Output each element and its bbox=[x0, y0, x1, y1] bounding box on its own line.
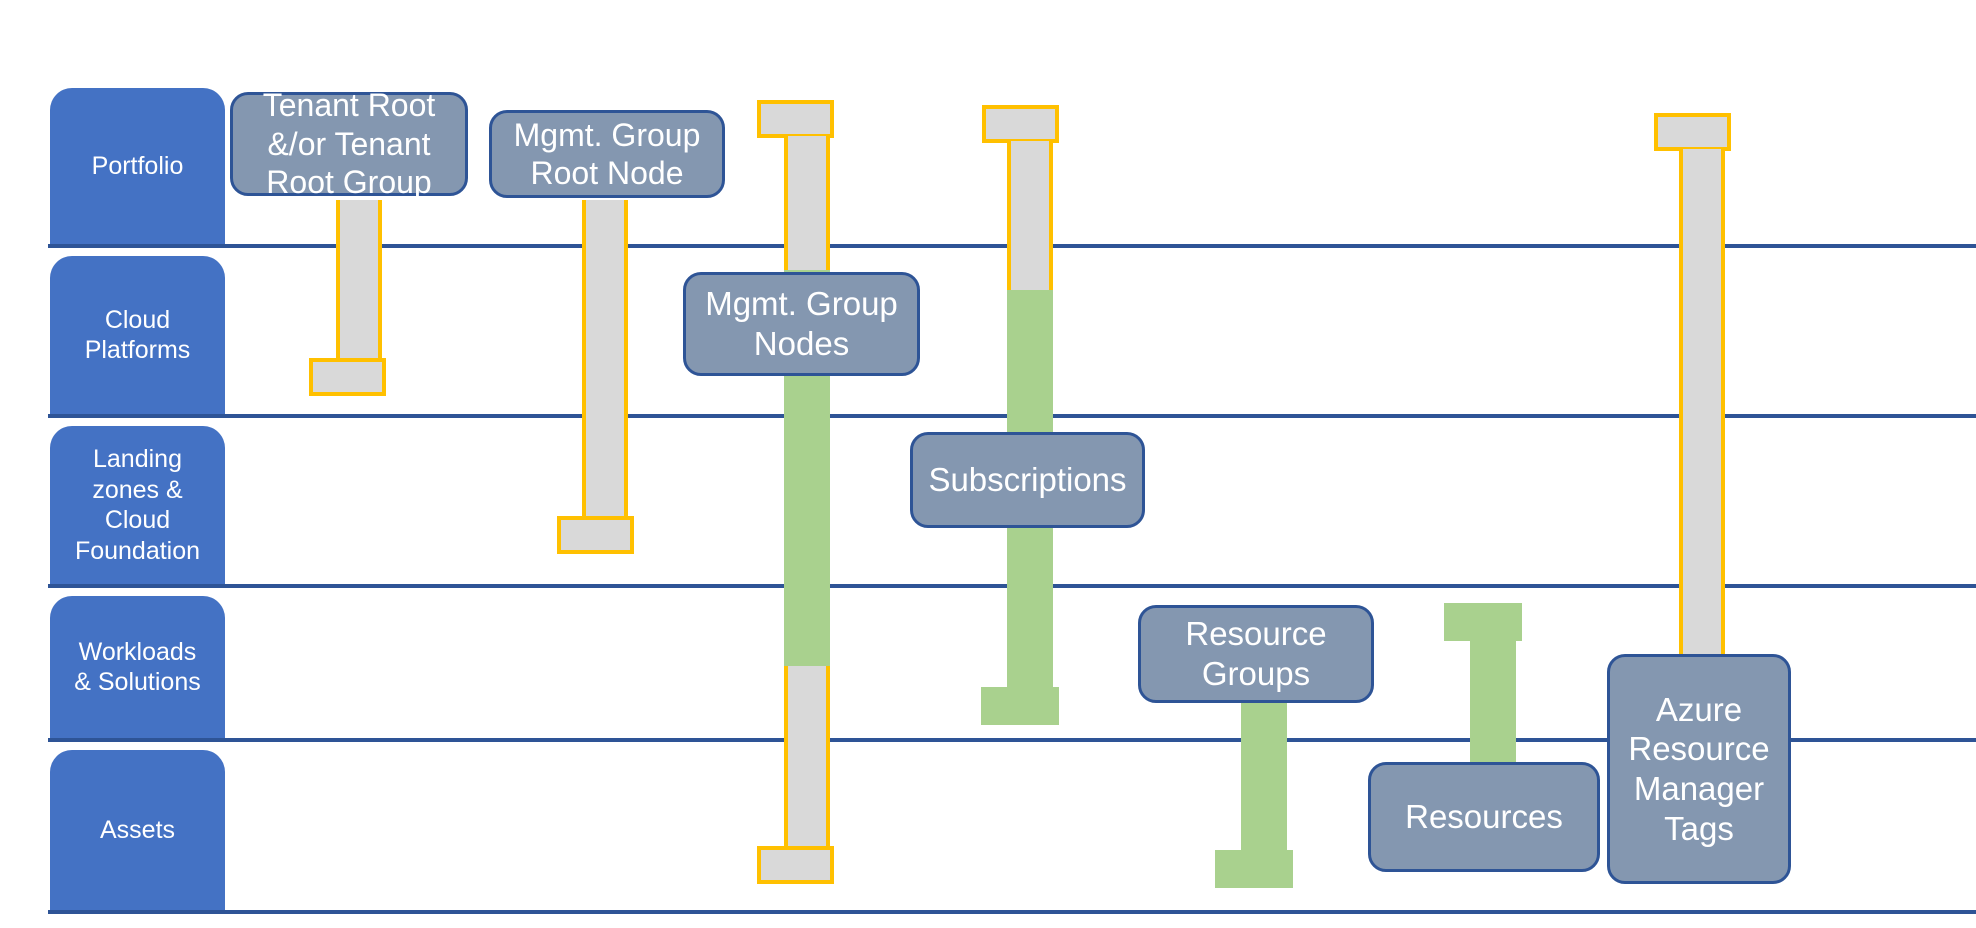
band-label-assets-text: Assets bbox=[99, 815, 176, 844]
scope-span-mgmt-group-root-foot bbox=[557, 516, 634, 554]
band-label-landing-zones-text: Landing zones & Cloud Foundation bbox=[74, 445, 201, 565]
node-arm-tags[interactable]: Azure Resource Manager Tags bbox=[1607, 654, 1791, 884]
node-resource-groups-label: Resource Groups bbox=[1185, 615, 1327, 692]
band-label-landing-zones: Landing zones & Cloud Foundation bbox=[50, 426, 225, 584]
diagram-canvas: Portfolio Cloud Platforms Landing zones … bbox=[0, 0, 1976, 928]
scope-span-subscriptions-foot bbox=[981, 687, 1059, 725]
scope-span-resources-stem bbox=[1470, 638, 1516, 768]
band-label-portfolio-text: Portfolio bbox=[91, 151, 184, 180]
band-label-portfolio: Portfolio bbox=[50, 88, 225, 244]
scope-span-subscriptions-head bbox=[982, 105, 1059, 143]
band-label-cloud-platforms: Cloud Platforms bbox=[50, 256, 225, 414]
scope-span-mgmt-group-nodes-stem-lower bbox=[784, 666, 830, 852]
band-label-cloud-platforms-text: Cloud Platforms bbox=[84, 305, 191, 365]
band-label-assets: Assets bbox=[50, 750, 225, 910]
scope-span-tenant-root-foot bbox=[309, 358, 386, 396]
node-mgmt-group-nodes[interactable]: Mgmt. Group Nodes bbox=[683, 272, 920, 376]
node-resource-groups[interactable]: Resource Groups bbox=[1138, 605, 1374, 703]
scope-span-arm-tags-head bbox=[1654, 113, 1731, 151]
band-label-workloads: Workloads & Solutions bbox=[50, 596, 225, 738]
scope-span-resources-head bbox=[1444, 603, 1522, 641]
scope-span-arm-tags-stem bbox=[1679, 149, 1725, 661]
band-divider-assets-bottom bbox=[48, 910, 1976, 914]
scope-span-mgmt-group-nodes-stem-upper bbox=[784, 136, 830, 276]
node-resources[interactable]: Resources bbox=[1368, 762, 1600, 872]
node-subscriptions-label: Subscriptions bbox=[928, 461, 1127, 499]
scope-span-mgmt-group-nodes-foot bbox=[757, 846, 834, 884]
scope-span-resource-groups-foot bbox=[1215, 850, 1293, 888]
scope-span-subscriptions-stem-gray bbox=[1007, 141, 1053, 294]
scope-span-tenant-root-stem bbox=[336, 200, 382, 368]
node-mgmt-group-root[interactable]: Mgmt. Group Root Node bbox=[489, 110, 725, 198]
node-tenant-root-label: Tenant Root &/or Tenant Root Group bbox=[262, 87, 436, 201]
node-mgmt-group-root-label: Mgmt. Group Root Node bbox=[513, 116, 701, 191]
scope-span-mgmt-group-root-stem bbox=[582, 200, 628, 524]
scope-span-mgmt-group-nodes-head bbox=[757, 100, 834, 138]
node-tenant-root[interactable]: Tenant Root &/or Tenant Root Group bbox=[230, 87, 468, 200]
node-mgmt-group-nodes-label: Mgmt. Group Nodes bbox=[705, 285, 898, 362]
node-resources-label: Resources bbox=[1405, 798, 1563, 836]
node-subscriptions[interactable]: Subscriptions bbox=[910, 432, 1145, 528]
node-arm-tags-label: Azure Resource Manager Tags bbox=[1628, 690, 1770, 847]
band-label-workloads-text: Workloads & Solutions bbox=[74, 637, 201, 697]
scope-span-resource-groups-stem bbox=[1241, 700, 1287, 862]
